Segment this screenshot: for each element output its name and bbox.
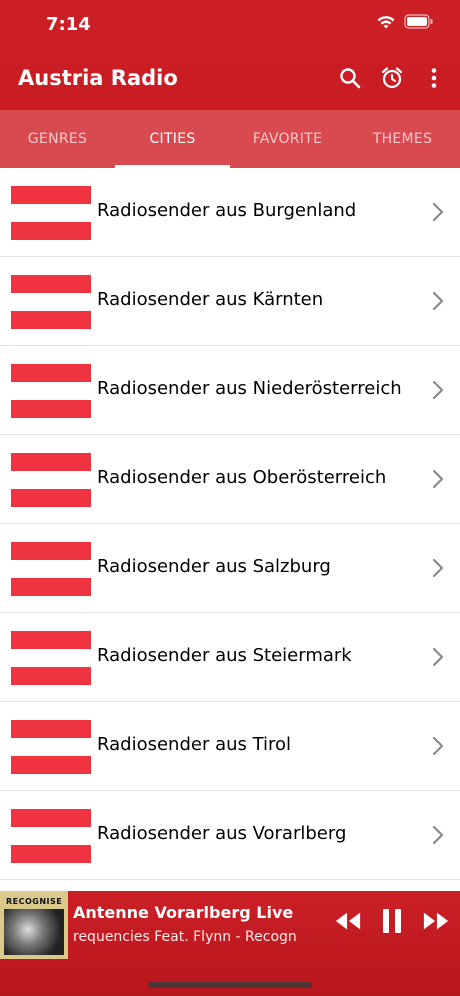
austria-flag-icon — [11, 364, 91, 418]
search-icon[interactable] — [336, 64, 364, 92]
player-station-title: Antenne Vorarlberg Live — [73, 903, 294, 922]
austria-flag-icon — [11, 186, 91, 240]
austria-flag-icon — [11, 453, 91, 507]
top-bar: 7:14 Austria Radio — [0, 0, 460, 110]
tab-cities[interactable]: CITIES — [115, 110, 230, 168]
cover-text: RECOGNISE — [6, 897, 63, 906]
rewind-icon[interactable] — [334, 907, 362, 935]
tab-bar: GENRES CITIES FAVORITE THEMES — [0, 110, 460, 168]
pause-icon[interactable] — [378, 907, 406, 935]
wifi-icon — [376, 14, 396, 34]
list-item-label: Radiosender aus Burgenland — [97, 200, 357, 221]
list-item-label: Radiosender aus Salzburg — [97, 556, 331, 577]
battery-icon — [404, 14, 434, 34]
chevron-right-icon — [432, 291, 444, 311]
status-bar: 7:14 — [0, 0, 460, 50]
mini-player[interactable]: RECOGNISE Antenne Vorarlberg Live requen… — [0, 891, 460, 996]
alarm-clock-icon[interactable] — [378, 64, 406, 92]
austria-flag-icon — [11, 720, 91, 774]
list-item-steiermark[interactable]: Radiosender aus Steiermark — [0, 613, 460, 702]
list-item-label: Radiosender aus Steiermark — [97, 645, 352, 666]
list-item-tirol[interactable]: Radiosender aus Tirol — [0, 702, 460, 791]
list-item-label: Radiosender aus Tirol — [97, 734, 292, 755]
austria-flag-icon — [11, 631, 91, 685]
list-item-oberoesterreich[interactable]: Radiosender aus Oberösterreich — [0, 435, 460, 524]
album-cover[interactable]: RECOGNISE — [0, 891, 68, 959]
chevron-right-icon — [432, 380, 444, 400]
list-item-label: Radiosender aus Niederösterreich — [97, 378, 402, 399]
status-time: 7:14 — [46, 14, 91, 35]
chevron-right-icon — [432, 736, 444, 756]
app-actions — [336, 64, 448, 92]
chevron-right-icon — [432, 825, 444, 845]
list-item-burgenland[interactable]: Radiosender aus Burgenland — [0, 168, 460, 257]
list-item-kaernten[interactable]: Radiosender aus Kärnten — [0, 257, 460, 346]
chevron-right-icon — [432, 558, 444, 578]
fast-forward-icon[interactable] — [422, 907, 450, 935]
cover-artwork — [4, 909, 64, 955]
app-bar: Austria Radio — [0, 50, 460, 110]
austria-flag-icon — [11, 542, 91, 596]
list-item-label: Radiosender aus Oberösterreich — [97, 467, 387, 488]
list-item-salzburg[interactable]: Radiosender aus Salzburg — [0, 524, 460, 613]
player-track-subtitle: requencies Feat. Flynn - Recogn — [73, 929, 297, 945]
tab-themes[interactable]: THEMES — [345, 110, 460, 168]
list-item-vorarlberg[interactable]: Radiosender aus Vorarlberg — [0, 791, 460, 880]
chevron-right-icon — [432, 647, 444, 667]
list-item-label: Radiosender aus Kärnten — [97, 289, 324, 310]
chevron-right-icon — [432, 469, 444, 489]
player-controls — [334, 907, 450, 935]
austria-flag-icon — [11, 275, 91, 329]
region-list: Radiosender aus Burgenland Radiosender a… — [0, 168, 460, 880]
tab-genres[interactable]: GENRES — [0, 110, 115, 168]
more-vertical-icon[interactable] — [420, 64, 448, 92]
tab-favorite[interactable]: FAVORITE — [230, 110, 345, 168]
status-icons — [376, 14, 434, 34]
list-item-niederoesterreich[interactable]: Radiosender aus Niederösterreich — [0, 346, 460, 435]
app-title: Austria Radio — [18, 66, 178, 90]
chevron-right-icon — [432, 202, 444, 222]
home-indicator — [148, 982, 312, 988]
list-item-label: Radiosender aus Vorarlberg — [97, 823, 347, 844]
austria-flag-icon — [11, 809, 91, 863]
